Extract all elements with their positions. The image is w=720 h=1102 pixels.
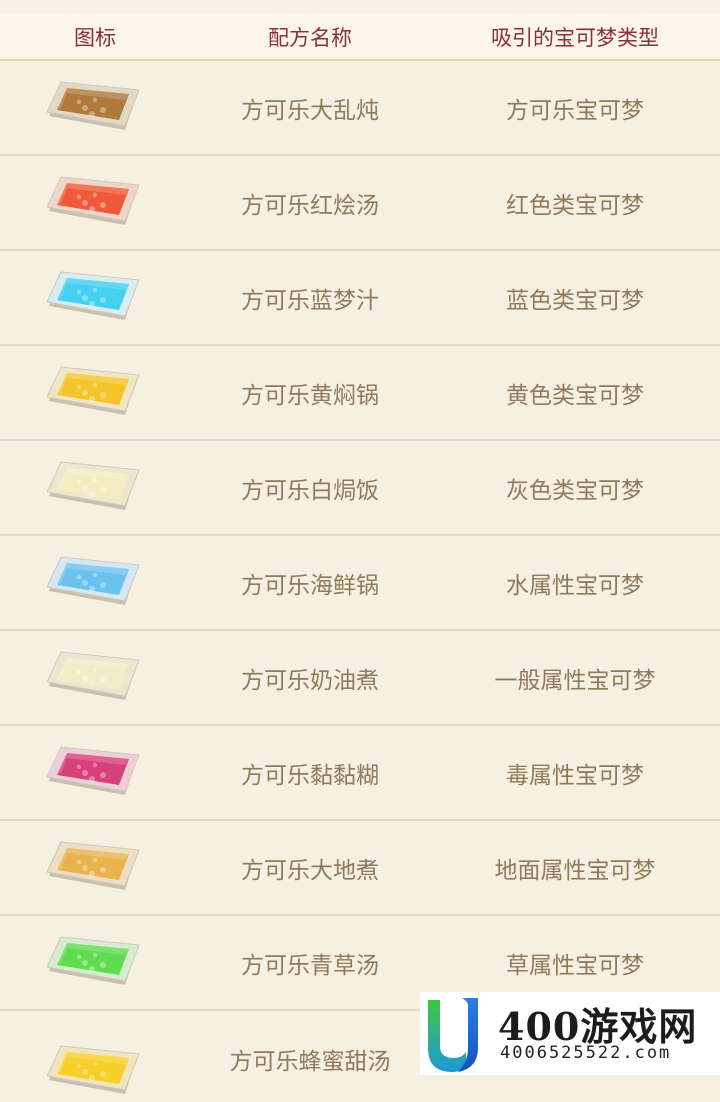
top-strip [0, 0, 720, 14]
icon-cell [0, 60, 190, 155]
recipe-name: 方可乐青草汤 [241, 952, 379, 979]
brand-domain: 4006525522.com [500, 1043, 672, 1063]
recipe-name: 方可乐黄焖锅 [241, 382, 379, 409]
header-icon: 图标 [0, 14, 190, 61]
table-row: 方可乐黄焖锅 黄色类宝可梦 [0, 345, 720, 440]
recipe-name: 方可乐大乱炖 [241, 97, 379, 124]
pokemon-type: 灰色类宝可梦 [506, 477, 644, 504]
table-row: 方可乐海鲜锅 水属性宝可梦 [0, 535, 720, 630]
red-soup-dish-icon [46, 175, 140, 225]
table-row: 方可乐黏黏糊 毒属性宝可梦 [0, 725, 720, 820]
pokemon-type: 一般属性宝可梦 [494, 667, 656, 694]
icon-cell [0, 440, 190, 535]
icon-cell [0, 915, 190, 1010]
icon-cell [0, 725, 190, 820]
brown-stew-dish-icon [46, 80, 140, 130]
earth-stew-dish-icon [46, 840, 140, 890]
honey-soup-dish-icon [46, 1045, 140, 1094]
white-rice-dish-icon [46, 460, 140, 510]
table-row: 方可乐红烩汤 红色类宝可梦 [0, 155, 720, 250]
icon-cell [0, 820, 190, 915]
yellow-stew-dish-icon [46, 365, 140, 415]
table-row: 方可乐白焗饭 灰色类宝可梦 [0, 440, 720, 535]
recipe-name: 方可乐大地煮 [241, 857, 379, 884]
recipe-name: 方可乐蓝梦汁 [241, 287, 379, 314]
icon-cell [0, 1010, 190, 1094]
pokemon-type: 蓝色类宝可梦 [506, 287, 644, 314]
table-row: 方可乐奶油煮 一般属性宝可梦 [0, 630, 720, 725]
pokemon-type: 黄色类宝可梦 [506, 382, 644, 409]
recipe-name: 方可乐黏黏糊 [241, 762, 379, 789]
site-watermark: 400游戏网 4006525522.com [420, 992, 720, 1075]
icon-cell [0, 250, 190, 345]
recipe-name: 方可乐白焗饭 [241, 477, 379, 504]
header-pokemon-type: 吸引的宝可梦类型 [430, 14, 720, 61]
pokemon-type: 地面属性宝可梦 [494, 857, 656, 884]
green-soup-dish-icon [46, 935, 140, 985]
site-logo-icon [428, 998, 478, 1072]
header-recipe-name: 配方名称 [190, 14, 430, 61]
sticky-paste-dish-icon [46, 745, 140, 795]
pokemon-type: 方可乐宝可梦 [506, 97, 644, 124]
seafood-dish-icon [46, 555, 140, 605]
recipe-name: 方可乐奶油煮 [241, 667, 379, 694]
recipe-name: 方可乐海鲜锅 [241, 572, 379, 599]
icon-cell [0, 345, 190, 440]
icon-cell [0, 155, 190, 250]
recipe-name: 方可乐红烩汤 [241, 192, 379, 219]
recipe-name-text: 方可乐蜂蜜甜汤 [229, 1049, 391, 1075]
recipe-table: 图标 配方名称 吸引的宝可梦类型 方可乐大乱炖 方可乐宝可梦 方可乐红烩汤 红色… [0, 14, 720, 1094]
icon-cell [0, 535, 190, 630]
blue-soup-dish-icon [46, 270, 140, 320]
table-row: 方可乐大地煮 地面属性宝可梦 [0, 820, 720, 915]
pokemon-type: 毒属性宝可梦 [506, 762, 644, 789]
cream-stew-dish-icon [46, 650, 140, 700]
table-header-row: 图标 配方名称 吸引的宝可梦类型 [0, 14, 720, 61]
recipe-name: 方可乐蜂蜜甜汤 [190, 1010, 430, 1080]
table-row: 方可乐蓝梦汁 蓝色类宝可梦 [0, 250, 720, 345]
pokemon-type: 水属性宝可梦 [506, 572, 644, 599]
table-row: 方可乐大乱炖 方可乐宝可梦 [0, 60, 720, 155]
icon-cell [0, 630, 190, 725]
pokemon-type: 红色类宝可梦 [506, 192, 644, 219]
